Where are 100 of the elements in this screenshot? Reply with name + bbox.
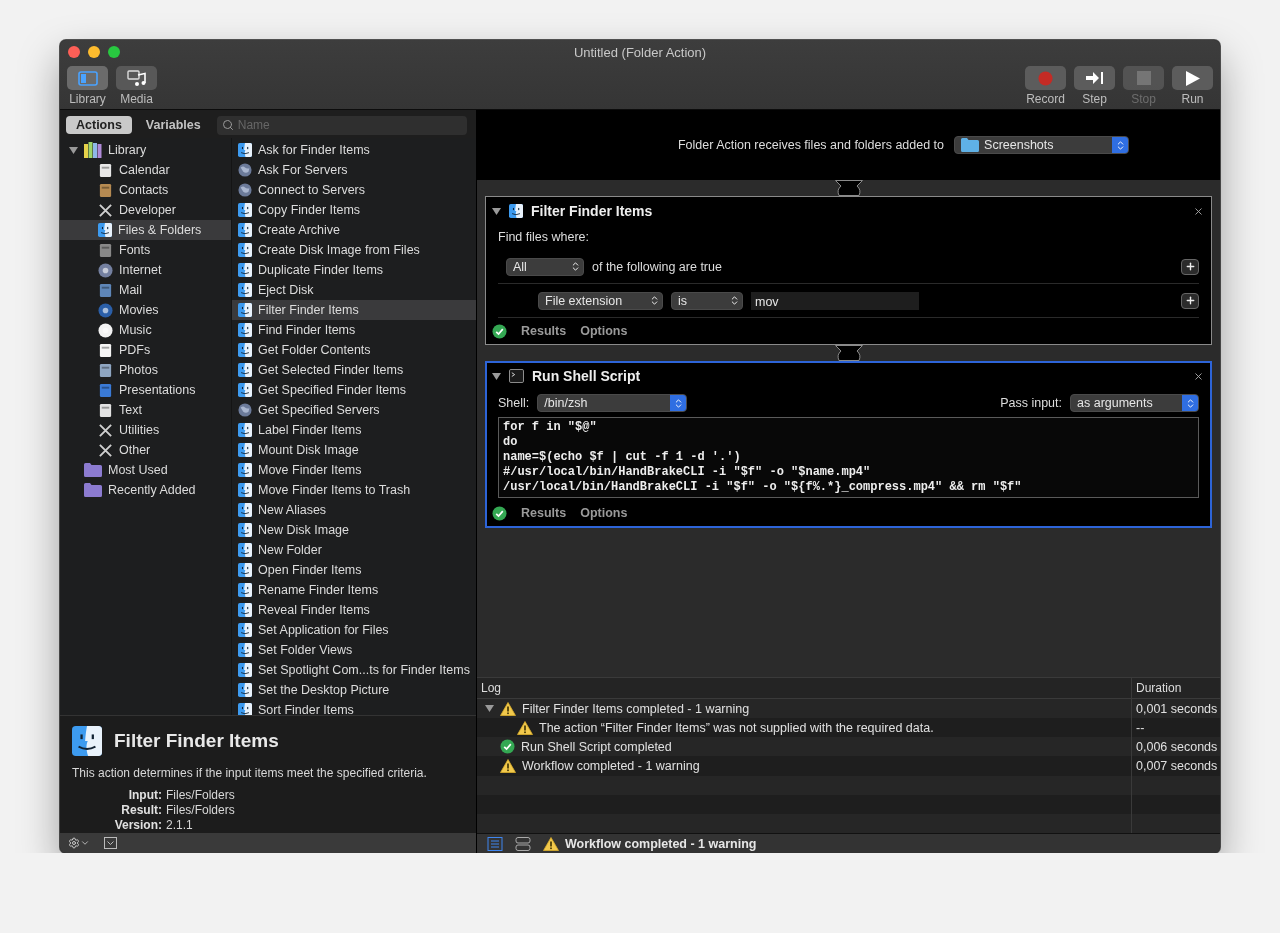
log-message: Filter Finder Items completed - 1 warning: [522, 701, 750, 716]
action-item[interactable]: Copy Finder Items: [232, 200, 476, 220]
field-label: Version:: [113, 818, 162, 832]
close-button[interactable]: [1193, 205, 1204, 217]
category-item[interactable]: Files & Folders: [60, 220, 231, 240]
action-item[interactable]: Move Finder Items: [232, 460, 476, 480]
action-item[interactable]: Connect to Servers: [232, 180, 476, 200]
category-item[interactable]: Presentations: [60, 380, 231, 400]
action-item[interactable]: Mount Disk Image: [232, 440, 476, 460]
action-item[interactable]: Filter Finder Items: [232, 300, 476, 320]
action-item[interactable]: Get Folder Contents: [232, 340, 476, 360]
column-header: Log: [481, 681, 502, 696]
log-row[interactable]: Filter Finder Items completed - 1 warning 0,001 seconds: [477, 699, 1220, 719]
value-field[interactable]: mov: [751, 291, 919, 310]
action-item[interactable]: Duplicate Finder Items: [232, 260, 476, 280]
action-item[interactable]: Get Selected Finder Items: [232, 360, 476, 380]
card-footer-button[interactable]: Results: [521, 506, 567, 520]
split-view-button[interactable]: [515, 836, 531, 851]
shell-label: Shell:: [498, 396, 530, 410]
minimize-window-button[interactable]: [88, 46, 100, 58]
finder-icon: [238, 563, 252, 577]
tab[interactable]: Variables: [135, 116, 211, 134]
disclosure-triangle-icon[interactable]: [492, 206, 501, 216]
pass-input-label: Pass input:: [1000, 396, 1062, 410]
log-row[interactable]: Run Shell Script completed 0,006 seconds: [477, 737, 1220, 757]
card-footer-button[interactable]: Results: [521, 324, 567, 338]
disclosure-triangle-icon[interactable]: [485, 704, 494, 714]
code-line: name=$(echo $f | cut -f 1 -d '.'): [503, 450, 742, 465]
finder-icon: [238, 343, 252, 357]
add-button[interactable]: [1181, 292, 1199, 309]
action-item[interactable]: Get Specified Finder Items: [232, 380, 476, 400]
finder-icon: [98, 223, 112, 237]
script-editor[interactable]: for f in "$@" do name=$(echo $f | cut -f 1 -d '.') #/usr/local/bin/HandBrakeCLI -i "$f" -o "$name.mp4" /usr/local/bin/HandBrakeCLI -i "$f" -o "${f%.*}_compress.mp4" && rm "$f": [498, 417, 1199, 498]
action-card[interactable]: Filter Finder Items Find files where: All of the following are true File extension is mov Results Options: [485, 196, 1212, 345]
app-icon: [98, 402, 113, 418]
category-item[interactable]: Library: [60, 140, 231, 160]
list-view-button[interactable]: [487, 836, 503, 851]
folder-popup[interactable]: Screenshots: [954, 136, 1130, 154]
category-item[interactable]: PDFs: [60, 340, 231, 360]
action-item[interactable]: Create Disk Image from Files: [232, 240, 476, 260]
action-item[interactable]: Open Finder Items: [232, 560, 476, 580]
action-item[interactable]: Get Specified Servers: [232, 400, 476, 420]
match-popup[interactable]: All: [506, 257, 584, 276]
app-icon: [98, 382, 113, 398]
card-footer-button[interactable]: Options: [580, 324, 628, 338]
action-item[interactable]: Ask for Finder Items: [232, 140, 476, 160]
field-popup[interactable]: File extension: [538, 291, 663, 310]
action-item[interactable]: Label Finder Items: [232, 420, 476, 440]
tab[interactable]: Actions: [66, 116, 132, 134]
add-button[interactable]: [1181, 258, 1199, 275]
category-item[interactable]: Utilities: [60, 420, 231, 440]
category-item[interactable]: Recently Added: [60, 480, 231, 500]
field-value: Files/Folders: [166, 788, 236, 802]
category-item[interactable]: Most Used: [60, 460, 231, 480]
category-item[interactable]: Photos: [60, 360, 231, 380]
sidebar-icon: [77, 70, 98, 86]
action-item[interactable]: Set Application for Files: [232, 620, 476, 640]
disclosure-triangle-icon[interactable]: [68, 145, 78, 155]
finder-icon: [238, 283, 252, 297]
pass-input-popup[interactable]: as arguments: [1070, 394, 1199, 412]
category-item[interactable]: Movies: [60, 300, 231, 320]
record-icon: [1038, 70, 1053, 86]
action-card[interactable]: [485, 361, 1212, 528]
action-item[interactable]: New Disk Image: [232, 520, 476, 540]
action-item[interactable]: Create Archive: [232, 220, 476, 240]
finder-icon: [238, 363, 252, 377]
category-item[interactable]: Music: [60, 320, 231, 340]
finder-icon: [72, 726, 102, 756]
action-item[interactable]: New Aliases: [232, 500, 476, 520]
search-icon: [221, 119, 234, 131]
action-item[interactable]: Set the Desktop Picture: [232, 680, 476, 700]
action-item[interactable]: Eject Disk: [232, 280, 476, 300]
close-window-button[interactable]: [68, 46, 80, 58]
disclosure-triangle-icon[interactable]: [492, 371, 501, 381]
category-item[interactable]: Contacts: [60, 180, 231, 200]
field-value: Files/Folders: [166, 803, 236, 817]
action-item[interactable]: Find Finder Items: [232, 320, 476, 340]
zoom-window-button[interactable]: [108, 46, 120, 58]
window-title: Untitled (Folder Action): [572, 44, 708, 60]
action-item[interactable]: Rename Finder Items: [232, 580, 476, 600]
action-item[interactable]: Set Spotlight Com...ts for Finder Items: [232, 660, 476, 680]
category-item[interactable]: Internet: [60, 260, 231, 280]
category-item[interactable]: Other: [60, 440, 231, 460]
category-item[interactable]: Fonts: [60, 240, 231, 260]
action-item[interactable]: Ask For Servers: [232, 160, 476, 180]
category-item[interactable]: Calendar: [60, 160, 231, 180]
action-item[interactable]: Reveal Finder Items: [232, 600, 476, 620]
action-item[interactable]: Set Folder Views: [232, 640, 476, 660]
card-footer-button[interactable]: Options: [580, 506, 628, 520]
category-item[interactable]: Developer: [60, 200, 231, 220]
action-item[interactable]: Move Finder Items to Trash: [232, 480, 476, 500]
shell-popup[interactable]: /bin/zsh: [537, 394, 688, 412]
operator-popup[interactable]: is: [671, 291, 743, 310]
category-item[interactable]: Mail: [60, 280, 231, 300]
action-item[interactable]: New Folder: [232, 540, 476, 560]
close-button[interactable]: [1193, 370, 1204, 382]
match-label: of the following are true: [592, 259, 722, 274]
collapse-button[interactable]: [104, 837, 117, 849]
gear-menu-button[interactable]: [68, 837, 90, 849]
category-item[interactable]: Text: [60, 400, 231, 420]
